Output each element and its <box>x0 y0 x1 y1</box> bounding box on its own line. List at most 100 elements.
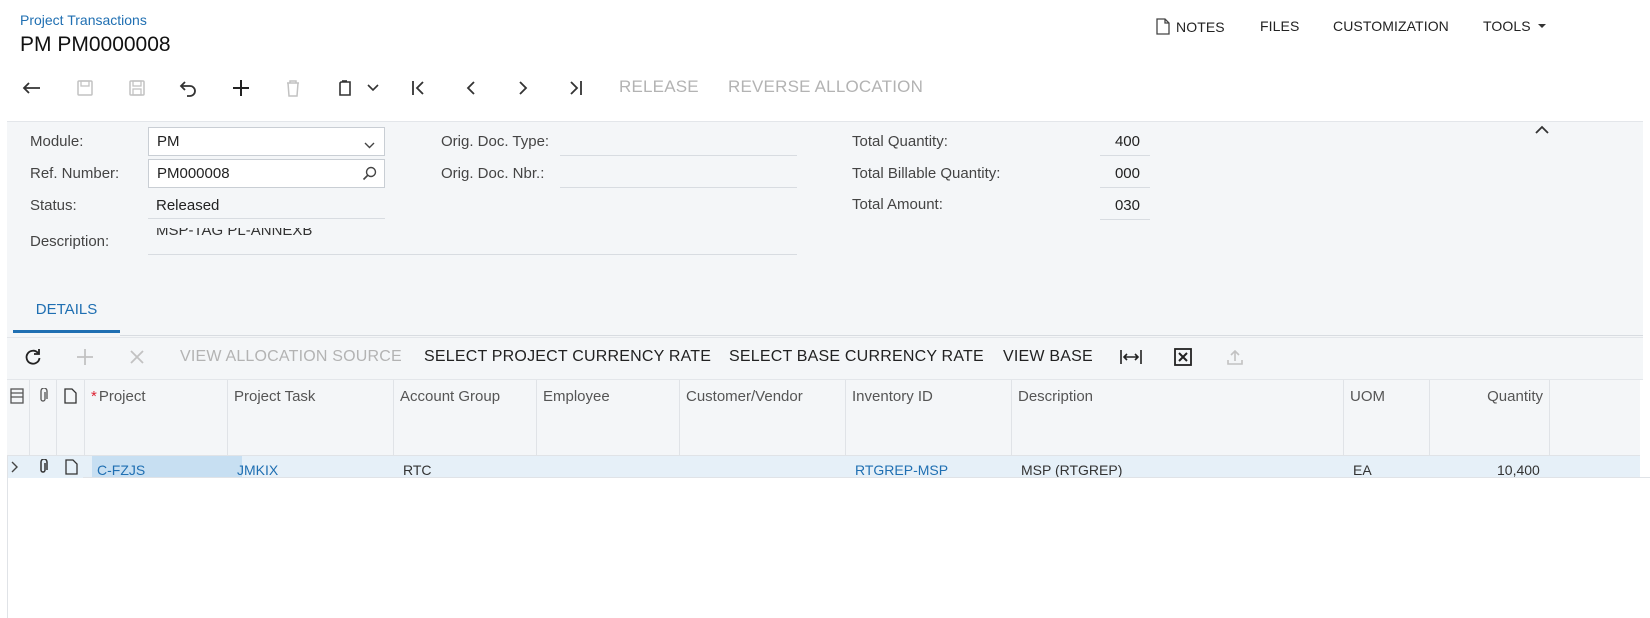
column-project-task-label: Project Task <box>234 388 316 405</box>
column-quantity-label: Quantity <box>1487 388 1543 405</box>
total-billable-quantity-value: 000 <box>1114 165 1140 182</box>
column-employee-label: Employee <box>543 388 610 405</box>
note-icon <box>1156 18 1170 35</box>
chevron-right-icon[interactable] <box>11 460 19 478</box>
total-amount-label: Total Amount: <box>852 196 943 213</box>
orig-doc-nbr-field <box>560 160 797 188</box>
tools-label: TOOLS <box>1483 18 1531 34</box>
column-project-task[interactable]: Project Task <box>228 380 394 456</box>
select-project-currency-rate-button[interactable]: SELECT PROJECT CURRENCY RATE <box>424 348 711 366</box>
table-row[interactable]: C-FZJS JMKIX RTC RTGREP-MSP MSP (RTGREP)… <box>7 456 1640 478</box>
next-record-icon[interactable] <box>508 73 538 103</box>
description-label: Description: <box>30 233 110 250</box>
tools-menu[interactable]: TOOLS <box>1483 18 1547 34</box>
tab-details[interactable]: DETAILS <box>13 299 120 333</box>
customization-menu[interactable]: CUSTOMIZATION <box>1333 18 1449 34</box>
view-allocation-source-button[interactable]: VIEW ALLOCATION SOURCE <box>180 348 402 366</box>
column-quantity[interactable]: Quantity <box>1430 380 1550 456</box>
export-excel-icon[interactable] <box>1168 342 1198 372</box>
module-label: Module: <box>30 133 84 150</box>
delete-row-icon[interactable] <box>122 342 152 372</box>
grid-header: * Project Project Task Account Group Empl… <box>7 380 1640 456</box>
delete-icon[interactable] <box>278 73 308 103</box>
column-customer-vendor[interactable]: Customer/Vendor <box>680 380 846 456</box>
column-inventory-id-label: Inventory ID <box>852 388 933 405</box>
cell-project[interactable]: C-FZJS <box>97 462 145 478</box>
column-uom[interactable]: UOM <box>1344 380 1430 456</box>
files-menu[interactable]: FILES <box>1260 18 1299 34</box>
module-select[interactable]: PM <box>148 127 385 156</box>
caret-down-icon <box>1537 23 1547 29</box>
total-amount-field: 030 <box>1100 192 1150 220</box>
status-label: Status: <box>30 197 77 214</box>
reverse-allocation-button[interactable]: REVERSE ALLOCATION <box>728 77 923 97</box>
description-value: MSP-TAG PL-ANNEXB <box>156 228 313 239</box>
page-title: PM PM0000008 <box>20 33 170 56</box>
column-description[interactable]: Description <box>1012 380 1344 456</box>
cell-uom: EA <box>1353 462 1372 478</box>
orig-doc-nbr-label: Orig. Doc. Nbr.: <box>441 165 545 182</box>
add-row-icon[interactable] <box>70 342 100 372</box>
blank-area <box>83 477 1650 618</box>
clipboard-icon[interactable] <box>330 73 360 103</box>
save-and-close-icon[interactable] <box>70 73 100 103</box>
column-employee[interactable]: Employee <box>537 380 680 456</box>
note-column-header <box>57 380 85 456</box>
chevron-down-icon <box>364 136 375 153</box>
total-amount-value: 030 <box>1114 197 1140 214</box>
column-description-label: Description <box>1018 388 1094 405</box>
cell-description: MSP (RTGREP) <box>1021 462 1123 478</box>
column-account-group-label: Account Group <box>400 388 501 405</box>
column-project[interactable]: * Project <box>85 380 228 456</box>
view-base-button[interactable]: VIEW BASE <box>1003 348 1093 366</box>
column-customer-vendor-label: Customer/Vendor <box>686 388 803 405</box>
back-icon[interactable] <box>17 73 47 103</box>
total-quantity-label: Total Quantity: <box>852 133 948 150</box>
orig-doc-type-label: Orig. Doc. Type: <box>441 133 550 150</box>
ref-number-field[interactable]: PM000008 <box>148 159 385 188</box>
ref-number-label: Ref. Number: <box>30 165 120 182</box>
upload-icon[interactable] <box>1220 342 1250 372</box>
collapse-icon[interactable] <box>1535 122 1549 140</box>
required-mark: * <box>91 388 97 405</box>
cell-account-group: RTC <box>403 462 432 478</box>
save-icon[interactable] <box>122 73 152 103</box>
total-billable-quantity-field: 000 <box>1100 160 1150 188</box>
notes-label: NOTES <box>1176 18 1225 35</box>
row-settings-icon <box>10 388 24 408</box>
undo-icon[interactable] <box>174 73 204 103</box>
total-quantity-field: 400 <box>1100 128 1150 156</box>
tab-strip-divider <box>120 335 1643 336</box>
grid-left-border <box>7 456 8 618</box>
last-record-icon[interactable] <box>560 73 590 103</box>
ref-number-value: PM000008 <box>157 165 230 182</box>
select-base-currency-rate-button[interactable]: SELECT BASE CURRENCY RATE <box>729 348 984 366</box>
cell-inventory-id[interactable]: RTGREP-MSP <box>855 462 948 478</box>
customization-label: CUSTOMIZATION <box>1333 18 1449 34</box>
note-icon[interactable] <box>65 459 78 478</box>
grid-column-settings[interactable] <box>7 380 30 456</box>
chevron-down-icon[interactable] <box>358 73 388 103</box>
note-icon <box>64 388 77 408</box>
notes-menu[interactable]: NOTES <box>1156 18 1225 35</box>
total-billable-quantity-label: Total Billable Quantity: <box>852 165 1001 182</box>
module-value: PM <box>157 133 180 150</box>
column-inventory-id[interactable]: Inventory ID <box>846 380 1012 456</box>
attachment-column-header <box>30 380 57 456</box>
description-field[interactable]: MSP-TAG PL-ANNEXB <box>148 228 797 255</box>
search-icon[interactable] <box>362 166 377 185</box>
total-quantity-value: 400 <box>1114 133 1140 150</box>
paperclip-icon[interactable] <box>37 458 49 478</box>
cell-project-task[interactable]: JMKIX <box>237 462 278 478</box>
cell-quantity: 10,400 <box>1497 462 1540 478</box>
breadcrumb[interactable]: Project Transactions <box>20 12 147 28</box>
column-uom-label: UOM <box>1350 388 1385 405</box>
previous-record-icon[interactable] <box>456 73 486 103</box>
first-record-icon[interactable] <box>404 73 434 103</box>
release-button[interactable]: RELEASE <box>619 77 699 97</box>
column-account-group[interactable]: Account Group <box>394 380 537 456</box>
status-value: Released <box>148 197 385 219</box>
refresh-icon[interactable] <box>18 342 48 372</box>
add-icon[interactable] <box>226 73 256 103</box>
fit-columns-icon[interactable] <box>1116 342 1146 372</box>
